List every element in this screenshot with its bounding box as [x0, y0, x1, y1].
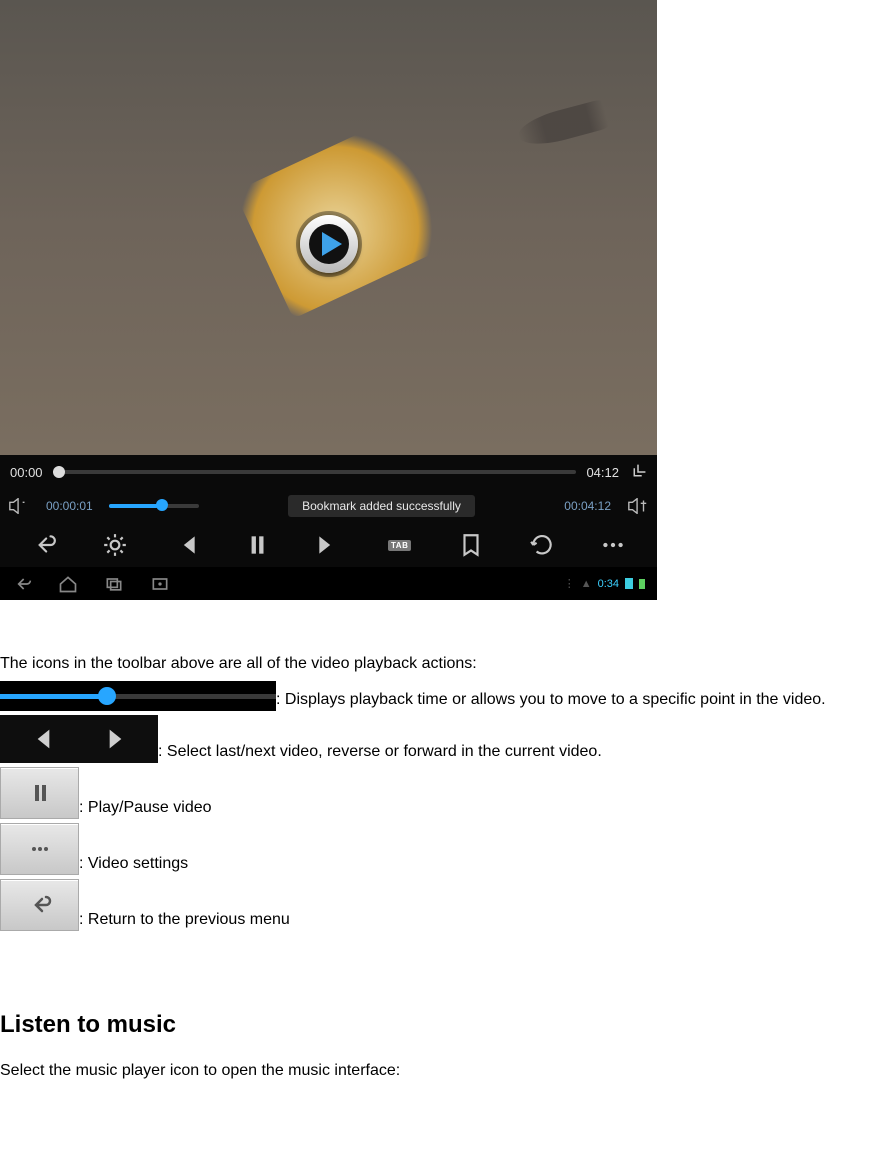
prev-track-icon — [20, 725, 60, 753]
settings-button-image — [0, 823, 79, 875]
progress-track[interactable] — [53, 470, 577, 474]
elapsed-time: 00:00 — [10, 465, 43, 480]
prevnext-description: : Select last/next video, reverse or for… — [158, 740, 602, 763]
prevnext-row: : Select last/next video, reverse or for… — [0, 715, 891, 763]
settings-description: : Video settings — [79, 852, 188, 875]
tab-icon[interactable]: TAB — [387, 532, 413, 558]
wifi-icon: ▲ — [581, 578, 592, 590]
playback-slider-image — [0, 681, 276, 711]
return-arrow-icon — [28, 893, 52, 917]
status-dot-icon: ⋮ — [564, 577, 575, 590]
signal-icon — [625, 578, 633, 589]
back-nav-icon[interactable] — [12, 574, 32, 594]
volume-up-icon[interactable] — [627, 498, 649, 514]
slider-row: : Displays playback time or allows you t… — [0, 681, 891, 711]
pause-icon — [28, 781, 52, 805]
volume-seekbar[interactable] — [109, 504, 199, 508]
current-playback-time: 00:00:01 — [46, 499, 93, 513]
previous-icon[interactable] — [173, 532, 199, 558]
pause-icon[interactable] — [244, 532, 270, 558]
play-button[interactable] — [300, 215, 358, 273]
clock-text: 0:34 — [598, 578, 619, 590]
home-nav-icon[interactable] — [58, 574, 78, 594]
battery-icon — [639, 579, 645, 589]
volume-down-icon[interactable] — [8, 498, 30, 514]
recent-nav-icon[interactable] — [104, 574, 124, 594]
more-icon[interactable] — [600, 532, 626, 558]
return-description: : Return to the previous menu — [79, 908, 290, 931]
brightness-icon[interactable] — [102, 532, 128, 558]
pause-row: : Play/Pause video — [0, 767, 891, 819]
slider-description: : Displays playback time or allows you t… — [276, 688, 826, 711]
screenshot-nav-icon[interactable] — [150, 574, 170, 594]
music-intro-paragraph: Select the music player icon to open the… — [0, 1059, 891, 1082]
banner-graphic — [234, 111, 465, 318]
music-heading: Listen to music — [0, 1011, 891, 1039]
control-bar-2: TAB — [0, 523, 657, 567]
next-track-icon — [99, 725, 139, 753]
seekbar-fill — [109, 504, 159, 508]
total-time: 04:12 — [586, 465, 619, 480]
more-horizontal-icon — [28, 837, 52, 861]
return-icon[interactable] — [31, 532, 57, 558]
bookmark-icon[interactable] — [458, 532, 484, 558]
intro-paragraph: The icons in the toolbar above are all o… — [0, 652, 891, 675]
control-bar-1: 00:00:01 Bookmark added successfully 00:… — [0, 489, 657, 523]
document-body: The icons in the toolbar above are all o… — [0, 600, 891, 1082]
next-icon[interactable] — [315, 532, 341, 558]
pause-button-image — [0, 767, 79, 819]
return-row: : Return to the previous menu — [0, 879, 891, 931]
settings-row: : Video settings — [0, 823, 891, 875]
progress-bar-row: 00:00 04:12 — [0, 455, 657, 489]
return-button-image — [0, 879, 79, 931]
seekbar-knob[interactable] — [156, 499, 168, 511]
toast-message: Bookmark added successfully — [288, 495, 475, 517]
total-playback-time: 00:04:12 — [564, 499, 611, 513]
play-button-inner — [309, 224, 349, 264]
video-player-screenshot: 00:00 04:12 00:00:01 Bookmark added succ… — [0, 0, 657, 600]
airplane-graphic — [515, 99, 610, 151]
play-icon — [322, 232, 342, 256]
video-frame — [0, 0, 657, 455]
statusbar-right: ⋮ ▲ 0:34 — [564, 577, 645, 590]
prev-next-image — [0, 715, 158, 763]
expand-icon[interactable] — [629, 463, 647, 481]
android-navbar: ⋮ ▲ 0:34 — [0, 567, 657, 600]
repeat-icon[interactable] — [529, 532, 555, 558]
pause-description: : Play/Pause video — [79, 796, 212, 819]
progress-thumb[interactable] — [53, 466, 65, 478]
